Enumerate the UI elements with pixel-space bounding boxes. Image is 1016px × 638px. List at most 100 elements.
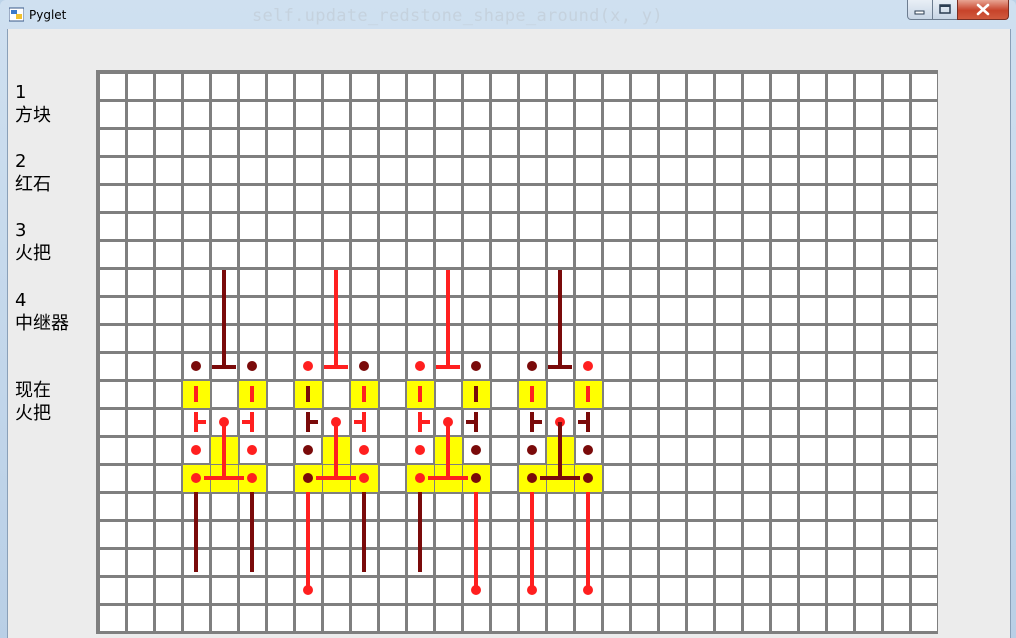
- grid-cell: [800, 242, 825, 267]
- grid-cell: [716, 606, 741, 631]
- grid-cell: [492, 438, 517, 463]
- grid-cell: [828, 298, 853, 323]
- grid-cell: [380, 270, 405, 295]
- grid-cell: [212, 242, 237, 267]
- grid-cell: [828, 354, 853, 379]
- grid-cell: [352, 214, 377, 239]
- grid-cell: [772, 242, 797, 267]
- grid-cell: [380, 522, 405, 547]
- grid-cell: [772, 298, 797, 323]
- grid-cell: [856, 102, 881, 127]
- grid-cell: [856, 550, 881, 575]
- grid-cell: [856, 186, 881, 211]
- grid-cell: [380, 326, 405, 351]
- minimize-button[interactable]: [907, 0, 933, 20]
- grid-cell: [856, 214, 881, 239]
- grid-cell: [660, 522, 685, 547]
- grid-cell: [352, 326, 377, 351]
- grid-cell: [352, 606, 377, 631]
- game-grid[interactable]: [96, 70, 938, 638]
- grid-cell: [884, 354, 909, 379]
- grid-cell: [716, 410, 741, 435]
- grid-cell: [212, 494, 237, 519]
- grid-cell: [912, 242, 937, 267]
- menu-item-1: 1 方块: [15, 81, 51, 127]
- grid-cell: [128, 466, 153, 491]
- grid-cell: [128, 494, 153, 519]
- title-bar[interactable]: Pyglet self.update_redstone_shape_around…: [0, 0, 1016, 28]
- grid-cell: [492, 382, 517, 407]
- grid-cell: [772, 214, 797, 239]
- grid-cell: [856, 74, 881, 99]
- grid-cell: [492, 186, 517, 211]
- grid-cell: [744, 74, 769, 99]
- grid-cell: [408, 606, 433, 631]
- grid-cell: [800, 354, 825, 379]
- grid-cell: [352, 102, 377, 127]
- grid-cell: [856, 242, 881, 267]
- torch-head: [247, 445, 257, 455]
- grid-cell: [688, 242, 713, 267]
- grid-cell: [464, 242, 489, 267]
- grid-cell: [184, 606, 209, 631]
- grid-cell: [268, 606, 293, 631]
- grid-cell: [492, 102, 517, 127]
- grid-cell: [912, 466, 937, 491]
- grid-cell: [912, 438, 937, 463]
- grid-cell: [604, 606, 629, 631]
- grid-cell: [240, 102, 265, 127]
- grid-cell: [884, 158, 909, 183]
- grid-cell: [800, 606, 825, 631]
- grid-cell: [884, 438, 909, 463]
- grid-cell: [604, 242, 629, 267]
- grid-cell: [492, 522, 517, 547]
- grid-cell: [324, 102, 349, 127]
- grid-cell: [380, 74, 405, 99]
- grid-cell: [576, 74, 601, 99]
- grid-cell: [408, 270, 433, 295]
- grid-cell: [492, 578, 517, 603]
- grid-cell: [632, 410, 657, 435]
- torch-head: [303, 445, 313, 455]
- grid-cell: [660, 158, 685, 183]
- grid-cell: [240, 270, 265, 295]
- grid-cell: [828, 326, 853, 351]
- grid-cell: [128, 382, 153, 407]
- grid-cell: [800, 186, 825, 211]
- grid-cell: [492, 606, 517, 631]
- grid-cell: [268, 186, 293, 211]
- grid-cell: [716, 298, 741, 323]
- grid-cell: [100, 466, 125, 491]
- grid-cell: [912, 130, 937, 155]
- grid-cell: [828, 410, 853, 435]
- grid-cell: [856, 354, 881, 379]
- maximize-button[interactable]: [932, 0, 958, 20]
- grid-cell: [856, 382, 881, 407]
- grid-cell: [156, 522, 181, 547]
- grid-cell: [632, 270, 657, 295]
- grid-cell: [520, 270, 545, 295]
- grid-cell: [296, 158, 321, 183]
- grid-cell: [716, 578, 741, 603]
- grid-cell: [884, 186, 909, 211]
- grid-cell: [520, 326, 545, 351]
- grid-cell: [632, 606, 657, 631]
- grid-cell: [716, 242, 741, 267]
- grid-cell: [884, 326, 909, 351]
- close-button[interactable]: [957, 0, 1009, 20]
- torch-head: [303, 361, 313, 371]
- grid-cell: [576, 214, 601, 239]
- grid-cell: [352, 186, 377, 211]
- grid-cell: [352, 158, 377, 183]
- background-code-text: self.update_redstone_shape_around(x, y): [252, 6, 663, 26]
- grid-cell: [856, 466, 881, 491]
- grid-cell: [716, 130, 741, 155]
- grid-cell: [688, 466, 713, 491]
- grid-cell: [380, 382, 405, 407]
- grid-cell: [156, 158, 181, 183]
- grid-cell: [660, 74, 685, 99]
- grid-cell: [100, 102, 125, 127]
- grid-cell: [828, 130, 853, 155]
- grid-cell: [688, 522, 713, 547]
- grid-cell: [744, 102, 769, 127]
